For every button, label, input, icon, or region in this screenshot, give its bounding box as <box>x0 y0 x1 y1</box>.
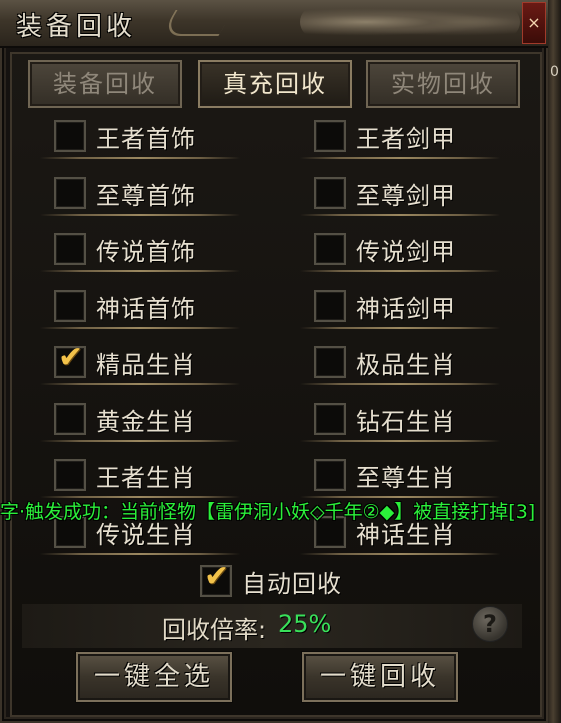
option-checkbox[interactable] <box>314 459 346 491</box>
option-label: 传说剑甲 <box>356 237 456 266</box>
row-divider <box>300 157 500 159</box>
option-checkbox[interactable] <box>54 403 86 435</box>
check-icon: ✔ <box>204 559 230 594</box>
option-checkbox[interactable] <box>314 403 346 435</box>
recycle-window: 装备回收 × 装备回收 真充回收 实物回收 王者首饰至尊首饰传说首饰神话首饰 ✔ 精… <box>0 0 548 723</box>
row-divider <box>40 553 240 555</box>
option-right-7[interactable]: 神话生肖 <box>314 513 456 551</box>
title-bar[interactable]: 装备回收 × <box>0 0 548 48</box>
check-icon: ✔ <box>58 340 84 375</box>
option-right-2[interactable]: 传说剑甲 <box>314 230 456 268</box>
recycle-all-button[interactable]: 一键回收 <box>302 652 458 702</box>
option-checkbox[interactable] <box>54 120 86 152</box>
row-divider <box>40 496 240 498</box>
ratio-row <box>22 604 522 648</box>
row-divider <box>40 440 240 442</box>
option-left-5[interactable]: 黄金生肖 <box>54 400 196 438</box>
option-right-5[interactable]: 钻石生肖 <box>314 400 456 438</box>
option-checkbox[interactable] <box>54 516 86 548</box>
option-label: 传说生肖 <box>96 520 196 549</box>
option-checkbox[interactable] <box>314 516 346 548</box>
option-right-1[interactable]: 至尊剑甲 <box>314 174 456 212</box>
option-label: 至尊剑甲 <box>356 181 456 210</box>
option-left-1[interactable]: 至尊首饰 <box>54 174 196 212</box>
row-divider <box>40 270 240 272</box>
option-label: 钻石生肖 <box>356 407 456 436</box>
option-checkbox[interactable] <box>54 459 86 491</box>
option-checkbox[interactable] <box>314 120 346 152</box>
option-label: 王者首饰 <box>96 124 196 153</box>
option-checkbox[interactable] <box>314 177 346 209</box>
option-checkbox[interactable] <box>54 290 86 322</box>
option-right-3[interactable]: 神话剑甲 <box>314 287 456 325</box>
option-checkbox[interactable] <box>314 346 346 378</box>
option-checkbox[interactable] <box>54 233 86 265</box>
dragon-ornament <box>300 6 520 38</box>
option-checkbox[interactable] <box>314 233 346 265</box>
row-divider <box>300 496 500 498</box>
option-right-0[interactable]: 王者剑甲 <box>314 117 456 155</box>
option-label: 黄金生肖 <box>96 407 196 436</box>
option-label: 王者剑甲 <box>356 124 456 153</box>
select-all-button[interactable]: 一键全选 <box>76 652 232 702</box>
game-backdrop: 0 <box>548 0 561 723</box>
option-checkbox[interactable] <box>54 177 86 209</box>
title-ornament <box>160 10 234 36</box>
option-label: 神话生肖 <box>356 520 456 549</box>
option-right-4[interactable]: 极品生肖 <box>314 343 456 381</box>
option-label: 王者生肖 <box>96 463 196 492</box>
option-label: 精品生肖 <box>96 350 196 379</box>
option-checkbox[interactable] <box>314 290 346 322</box>
option-label: 神话剑甲 <box>356 294 456 323</box>
row-divider <box>300 270 500 272</box>
option-label: 至尊生肖 <box>356 463 456 492</box>
option-label: 传说首饰 <box>96 237 196 266</box>
auto-recycle-checkbox[interactable]: ✔ <box>200 559 232 597</box>
row-divider <box>300 440 500 442</box>
option-label: 极品生肖 <box>356 350 456 379</box>
ratio-value: 25% <box>278 610 332 638</box>
ratio-label: 回收倍率: <box>162 616 267 644</box>
option-right-6[interactable]: 至尊生肖 <box>314 456 456 494</box>
row-divider <box>40 327 240 329</box>
row-divider <box>300 214 500 216</box>
option-left-4[interactable]: ✔ 精品生肖 <box>54 340 196 381</box>
backdrop-edge-text: 0 <box>550 64 559 80</box>
window-title: 装备回收 <box>16 12 137 42</box>
option-left-3[interactable]: 神话首饰 <box>54 287 196 325</box>
row-divider <box>40 214 240 216</box>
option-left-2[interactable]: 传说首饰 <box>54 230 196 268</box>
close-button[interactable]: × <box>522 2 546 44</box>
option-left-7[interactable]: 传说生肖 <box>54 513 196 551</box>
option-left-0[interactable]: 王者首饰 <box>54 117 196 155</box>
tab-recharge-recycle[interactable]: 真充回收 <box>198 60 352 108</box>
option-left-6[interactable]: 王者生肖 <box>54 456 196 494</box>
auto-recycle-option[interactable]: ✔ 自动回收 <box>200 559 342 600</box>
row-divider <box>40 157 240 159</box>
tab-equipment-recycle[interactable]: 装备回收 <box>28 60 182 108</box>
row-divider <box>300 383 500 385</box>
row-divider <box>40 383 240 385</box>
auto-recycle-label: 自动回收 <box>242 569 342 598</box>
option-checkbox[interactable]: ✔ <box>54 340 86 378</box>
row-divider <box>300 327 500 329</box>
option-label: 至尊首饰 <box>96 181 196 210</box>
help-icon[interactable]: ? <box>472 606 508 642</box>
tab-physical-recycle[interactable]: 实物回收 <box>366 60 520 108</box>
row-divider <box>300 553 500 555</box>
option-label: 神话首饰 <box>96 294 196 323</box>
